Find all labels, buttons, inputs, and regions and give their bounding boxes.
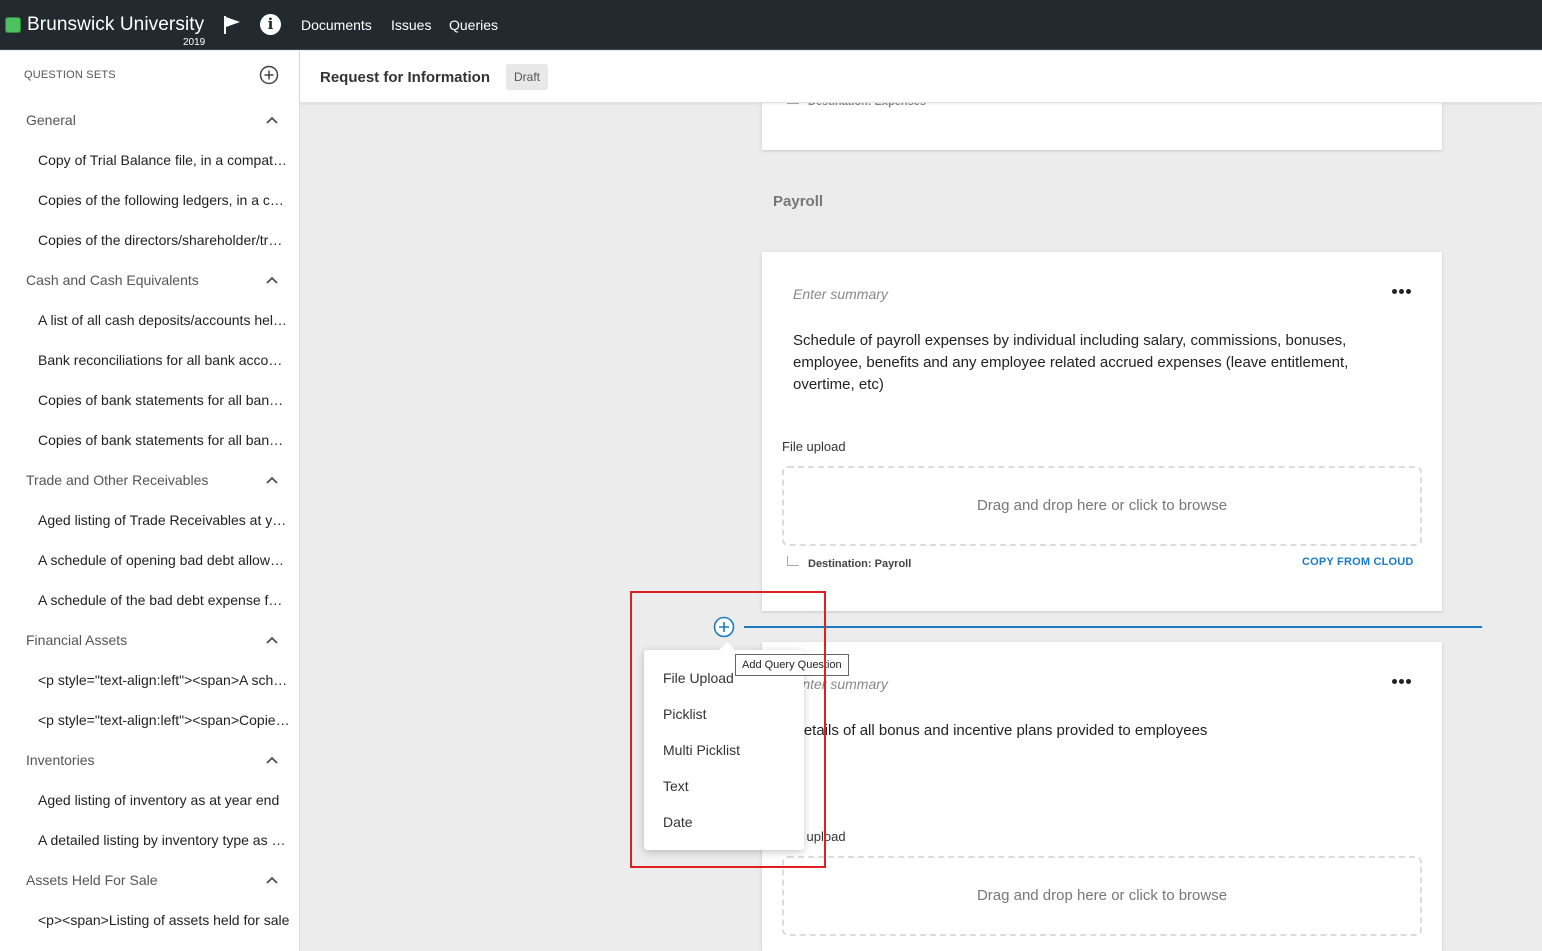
chevron-up-icon[interactable]	[266, 875, 278, 885]
section-heading-payroll: Payroll	[773, 193, 824, 210]
menu-item-date[interactable]: Date	[663, 814, 693, 830]
sidebar-title: QUESTION SETS	[24, 69, 116, 81]
destination-label: Destination: Payroll	[787, 556, 911, 570]
section-label: Assets Held For Sale	[26, 872, 158, 888]
section-label: Cash and Cash Equivalents	[26, 272, 199, 288]
chevron-up-icon[interactable]	[266, 115, 278, 125]
more-options-icon[interactable]	[1392, 679, 1412, 687]
menu-caret	[719, 642, 735, 650]
sidebar-item[interactable]: Aged listing of inventory as at year end	[38, 792, 290, 808]
chevron-up-icon[interactable]	[266, 755, 278, 765]
sidebar-item[interactable]: Bank reconciliations for all bank accoun…	[38, 352, 290, 368]
nav-documents[interactable]: Documents	[301, 17, 372, 33]
sidebar-item[interactable]: <p style="text-align:left"><span>A sched…	[38, 672, 290, 688]
nav-queries[interactable]: Queries	[449, 17, 498, 33]
section-label: Inventories	[26, 752, 95, 768]
insert-divider-line	[744, 626, 1482, 628]
sidebar-item[interactable]: <p style="text-align:left"><span>Copies …	[38, 712, 290, 728]
add-question-menu: File Upload Picklist Multi Picklist Text…	[644, 642, 804, 850]
menu-item-text[interactable]: Text	[663, 778, 689, 794]
top-nav-bar: Brunswick University 2019 i Documents Is…	[0, 0, 1542, 50]
nav-issues[interactable]: Issues	[391, 17, 431, 33]
section-cash[interactable]: Cash and Cash Equivalents	[26, 272, 286, 288]
page-header: Request for Information Draft	[300, 51, 1542, 103]
chevron-up-icon[interactable]	[266, 635, 278, 645]
sidebar-item[interactable]: A schedule of opening bad debt allowance	[38, 552, 290, 568]
more-options-icon[interactable]	[1392, 289, 1412, 297]
sidebar-item[interactable]: Aged listing of Trade Receivables at yea…	[38, 512, 290, 528]
sidebar-item[interactable]: A detailed listing by inventory type as …	[38, 832, 290, 848]
sidebar-item[interactable]: A schedule of the bad debt expense for t…	[38, 592, 290, 608]
file-dropzone[interactable]: Drag and drop here or click to browse	[782, 856, 1422, 936]
question-text[interactable]: Details of all bonus and incentive plans…	[793, 720, 1383, 742]
flag-icon[interactable]	[222, 15, 242, 35]
copy-from-cloud-link[interactable]: COPY FROM CLOUD	[1302, 556, 1414, 568]
summary-input[interactable]: Enter summary	[793, 286, 888, 302]
menu-item-multi-picklist[interactable]: Multi Picklist	[663, 742, 740, 758]
page-title: Request for Information	[320, 69, 491, 86]
app-year: 2019	[183, 37, 206, 48]
section-label: Financial Assets	[26, 632, 128, 648]
chevron-up-icon[interactable]	[266, 275, 278, 285]
section-inventories[interactable]: Inventories	[26, 752, 286, 768]
sidebar-item[interactable]: A list of all cash deposits/accounts hel…	[38, 312, 290, 328]
section-financial-assets[interactable]: Financial Assets	[26, 632, 286, 648]
sidebar-item[interactable]: Copy of Trial Balance file, in a compati…	[38, 152, 290, 168]
add-question-plus-icon[interactable]	[713, 616, 735, 638]
section-label: General	[26, 112, 76, 128]
question-sets-sidebar: QUESTION SETS General Copy of Trial Bala…	[0, 51, 300, 951]
add-question-set-icon[interactable]	[259, 65, 279, 85]
question-card: Enter summary Schedule of payroll expens…	[762, 252, 1442, 611]
brand-logo-icon	[5, 17, 21, 33]
sidebar-item[interactable]: Copies of the directors/shareholder/trus…	[38, 232, 290, 248]
file-dropzone[interactable]: Drag and drop here or click to browse	[782, 466, 1422, 546]
section-assets-held-for-sale[interactable]: Assets Held For Sale	[26, 872, 286, 888]
sidebar-item[interactable]: Copies of bank statements for all bank a…	[38, 432, 290, 448]
section-general[interactable]: General	[26, 112, 286, 128]
section-receivables[interactable]: Trade and Other Receivables	[26, 472, 286, 488]
info-icon[interactable]: i	[260, 14, 281, 35]
status-badge: Draft	[506, 64, 549, 90]
menu-item-file-upload[interactable]: File Upload	[663, 670, 734, 686]
sidebar-item[interactable]: Copies of the following ledgers, in a co…	[38, 192, 290, 208]
app-name[interactable]: Brunswick University	[27, 14, 204, 36]
question-card: Enter summary Details of all bonus and i…	[762, 642, 1442, 951]
sidebar-item[interactable]: Copies of bank statements for all bank a…	[38, 392, 290, 408]
add-question-tooltip: Add Query Question	[735, 654, 849, 676]
menu-item-picklist[interactable]: Picklist	[663, 706, 707, 722]
file-upload-label: File upload	[782, 439, 846, 454]
question-text[interactable]: Schedule of payroll expenses by individu…	[793, 330, 1383, 396]
sidebar-item[interactable]: <p><span>Listing of assets held for sale	[38, 912, 290, 928]
chevron-up-icon[interactable]	[266, 475, 278, 485]
section-label: Trade and Other Receivables	[26, 472, 209, 488]
summary-input[interactable]: Enter summary	[793, 676, 888, 692]
